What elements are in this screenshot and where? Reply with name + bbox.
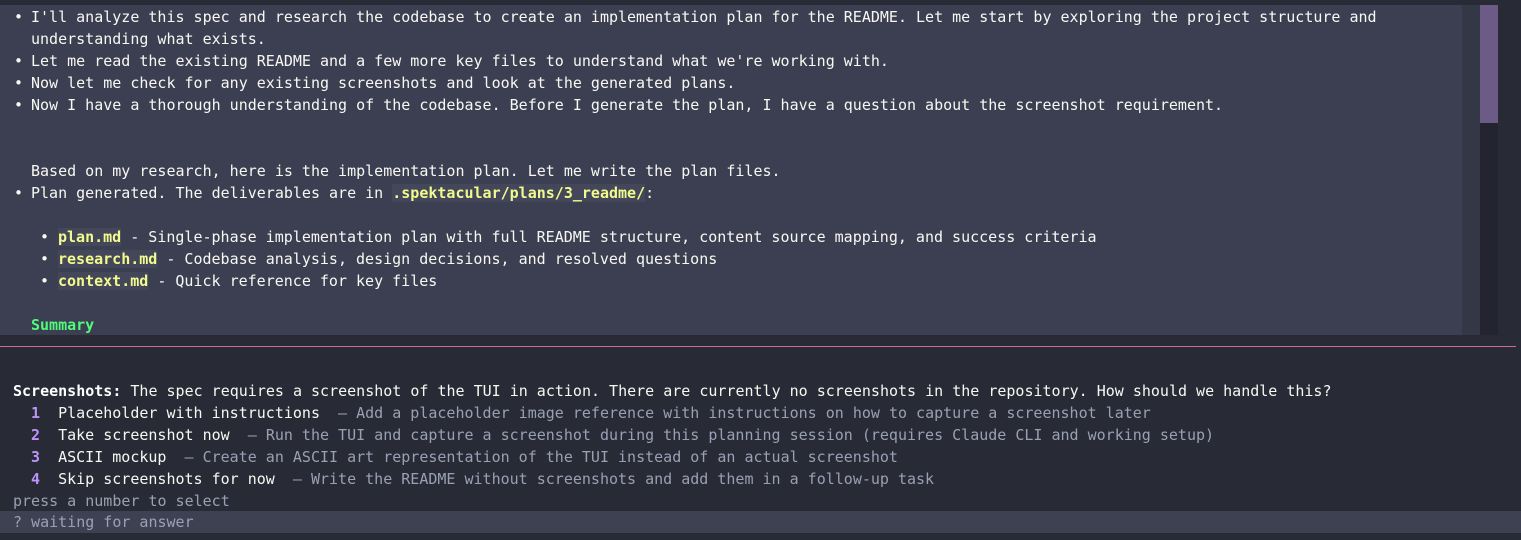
file-name[interactable]: research.md [58, 250, 158, 268]
message-line: I'll analyze this spec and research the … [31, 8, 1377, 26]
research-line: Based on my research, here is the implem… [31, 162, 781, 180]
option-separator: — [329, 404, 357, 422]
option-separator: — [283, 470, 311, 488]
scrollbar-thumb[interactable] [1480, 5, 1498, 123]
bullet: • [14, 74, 24, 92]
option-label: Placeholder with instructions [58, 404, 320, 422]
file-item: context.md - Quick reference for key fil… [58, 270, 437, 292]
output-content: • I'll analyze this spec and research th… [0, 5, 1462, 335]
option-description: Create an ASCII art representation of th… [202, 448, 898, 466]
option-number: 4 [31, 470, 41, 488]
option-separator: — [175, 448, 203, 466]
plan-path[interactable]: .spektacular/plans/3_readme/ [392, 184, 646, 202]
plan-generated-prefix: Plan generated. The deliverables are in [31, 184, 393, 202]
file-item: plan.md - Single-phase implementation pl… [58, 226, 1097, 248]
message-line: Let me read the existing README and a fe… [31, 52, 889, 70]
question-line: Screenshots: The spec requires a screens… [13, 380, 1332, 402]
bullet: • [40, 272, 50, 290]
question-text: The spec requires a screenshot of the TU… [121, 382, 1332, 400]
select-hint: press a number to select [13, 492, 230, 510]
file-name[interactable]: plan.md [58, 228, 122, 246]
bullet: • [40, 228, 50, 246]
option-item[interactable]: 2 Take screenshot now — Run the TUI and … [31, 424, 1214, 446]
output-panel: • I'll analyze this spec and research th… [0, 5, 1498, 335]
file-description: - Single-phase implementation plan with … [121, 228, 1097, 246]
question-title: Screenshots: [13, 382, 122, 400]
option-item[interactable]: 1 Placeholder with instructions — Add a … [31, 402, 1151, 424]
option-description: Write the README without screenshots and… [310, 470, 935, 488]
message-line: understanding what exists. [31, 30, 266, 48]
plan-generated-line: Plan generated. The deliverables are in … [31, 182, 654, 204]
divider [0, 346, 1516, 347]
option-item[interactable]: 3 ASCII mockup — Create an ASCII art rep… [31, 446, 898, 468]
plan-generated-suffix: : [645, 184, 655, 202]
scrollbar[interactable] [1480, 5, 1498, 335]
option-number: 1 [31, 404, 41, 422]
option-label: ASCII mockup [58, 448, 167, 466]
bullet: • [14, 96, 24, 114]
bullet: • [14, 184, 24, 202]
option-description: Add a placeholder image reference with i… [356, 404, 1151, 422]
bullet: • [40, 250, 50, 268]
bullet: • [14, 8, 24, 26]
bullet: • [14, 52, 24, 70]
option-item[interactable]: 4 Skip screenshots for now — Write the R… [31, 468, 934, 490]
summary-heading: Summary [31, 316, 95, 334]
option-number: 2 [31, 426, 41, 444]
file-item: research.md - Codebase analysis, design … [58, 248, 717, 270]
message-line: Now I have a thorough understanding of t… [31, 96, 1224, 114]
message-line: Now let me check for any existing screen… [31, 74, 736, 92]
file-description: - Codebase analysis, design decisions, a… [157, 250, 718, 268]
status-bar: ? waiting for answer [0, 511, 1521, 533]
option-separator: — [238, 426, 266, 444]
file-name[interactable]: context.md [58, 272, 149, 290]
option-description: Run the TUI and capture a screenshot dur… [265, 426, 1215, 444]
option-label: Take screenshot now [58, 426, 230, 444]
option-label: Skip screenshots for now [58, 470, 275, 488]
status-text: ? waiting for answer [13, 513, 194, 531]
option-number: 3 [31, 448, 41, 466]
file-description: - Quick reference for key files [148, 272, 438, 290]
